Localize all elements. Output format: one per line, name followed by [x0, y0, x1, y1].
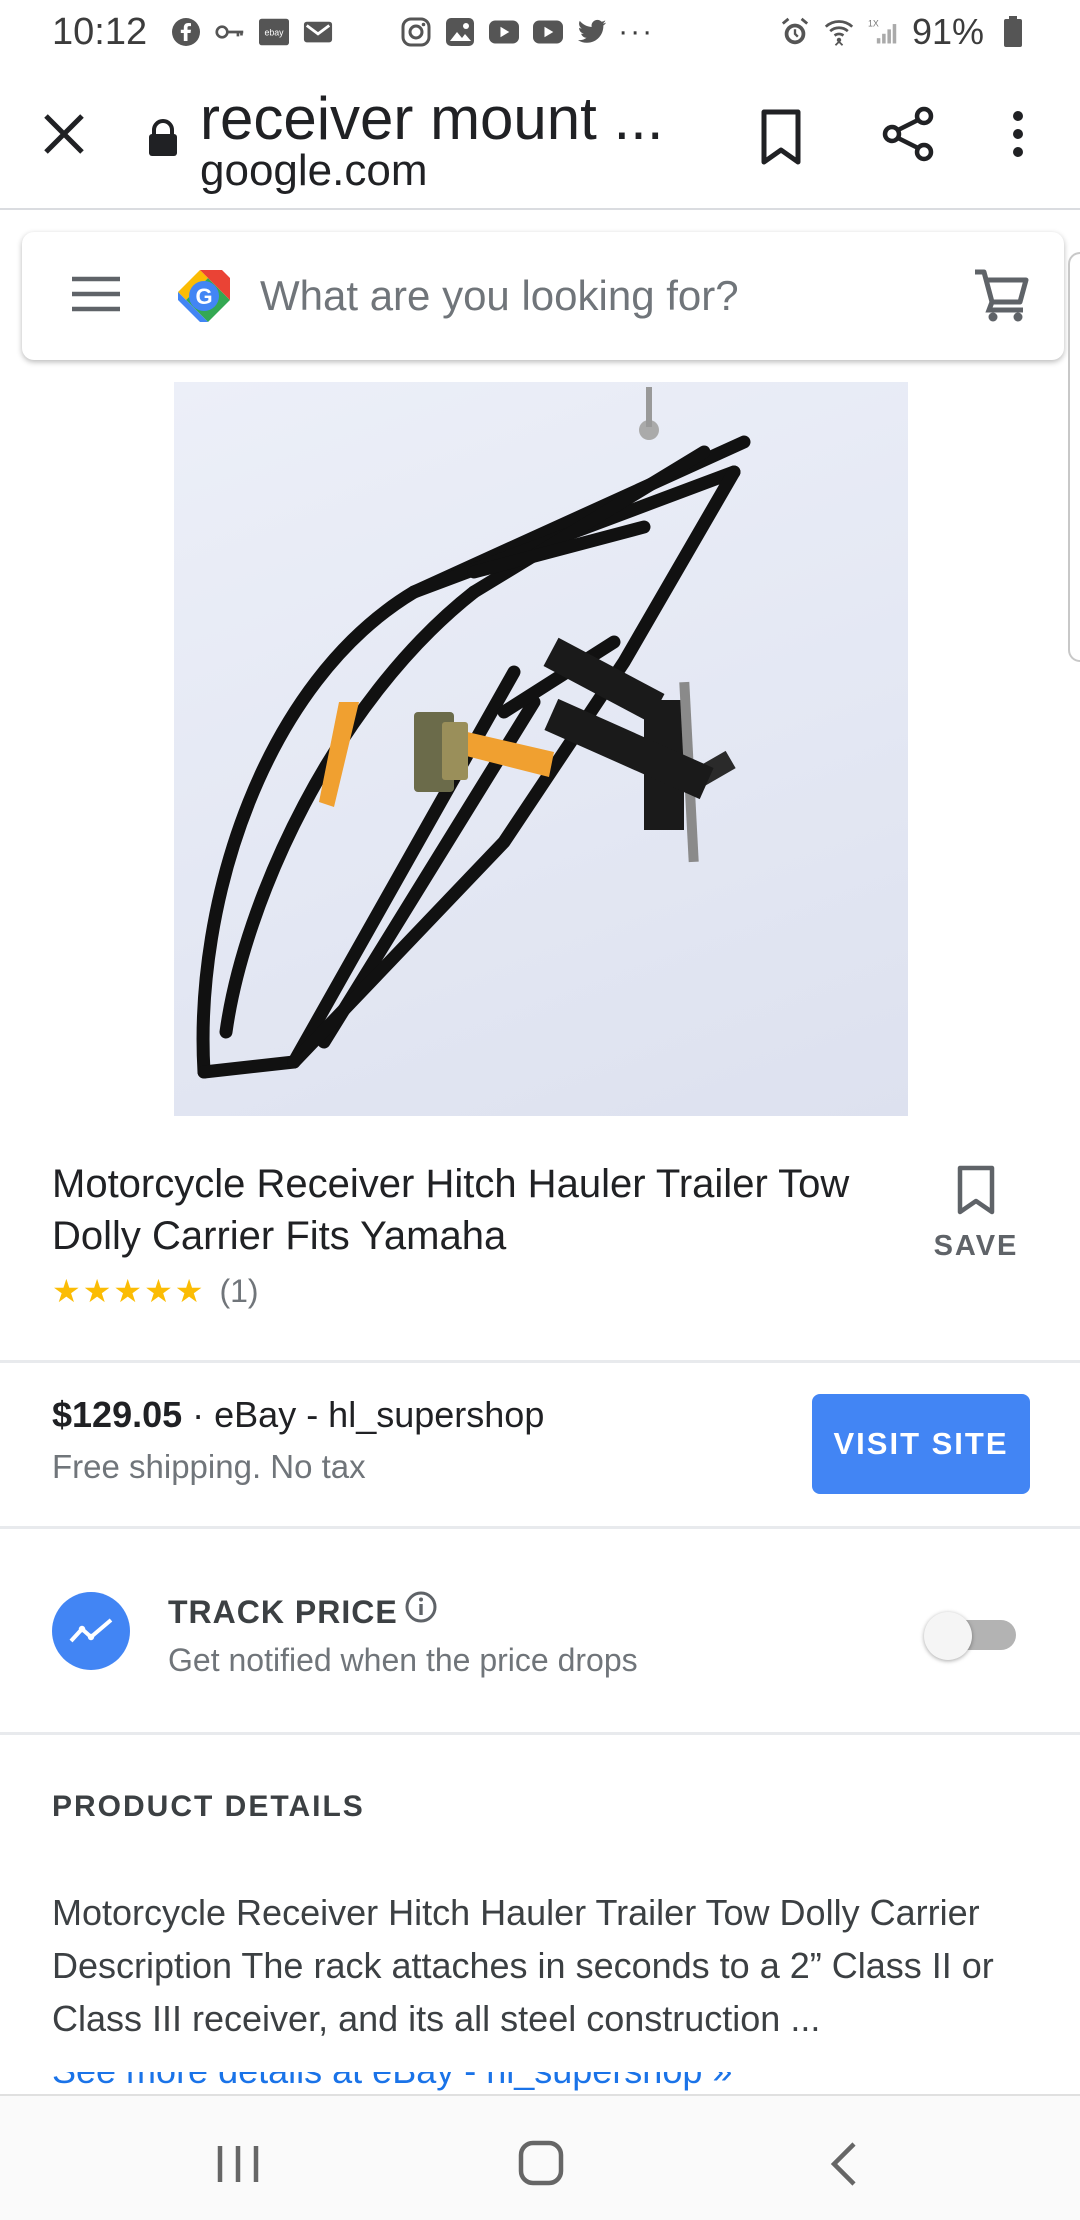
svg-text:G: G: [195, 284, 212, 309]
product-details-heading: PRODUCT DETAILS: [52, 1790, 365, 1823]
search-placeholder[interactable]: What are you looking for?: [260, 272, 739, 320]
track-price-subtitle: Get notified when the price drops: [168, 1642, 638, 1678]
cart-icon[interactable]: [972, 266, 1030, 324]
wifi-icon: [824, 17, 854, 47]
browser-url-bar: receiver mount ... google.com: [0, 64, 1080, 210]
seller-name: · eBay - hl_supershop: [182, 1394, 545, 1435]
section-divider: [0, 1526, 1080, 1529]
svg-text:ebay: ebay: [265, 28, 285, 38]
hitch-carrier-illustration: [196, 387, 751, 1079]
visit-site-button[interactable]: VISIT SITE: [812, 1394, 1030, 1494]
battery-icon: [998, 16, 1028, 47]
home-icon[interactable]: [518, 2140, 564, 2186]
offer-line: $129.05 · eBay - hl_supershop: [52, 1394, 544, 1436]
price-trend-icon: [52, 1592, 130, 1670]
menu-icon[interactable]: [72, 274, 120, 314]
lock-icon: [146, 118, 180, 158]
see-more-details-text[interactable]: See more details at eBay - hl_supershop …: [52, 2072, 732, 2094]
close-icon[interactable]: [38, 108, 90, 160]
instagram-icon: [401, 17, 431, 47]
back-icon[interactable]: [826, 2140, 860, 2188]
product-description: Motorcycle Receiver Hitch Hauler Trailer…: [52, 1892, 994, 2039]
section-divider: [0, 1732, 1080, 1735]
track-price-title: TRACK PRICE: [168, 1594, 398, 1630]
page-domain[interactable]: google.com: [200, 146, 427, 196]
recent-apps-icon[interactable]: [214, 2144, 262, 2184]
more-notifications-icon: ···: [618, 15, 655, 48]
bookmark-icon[interactable]: [756, 108, 806, 168]
track-price-toggle[interactable]: [924, 1612, 1020, 1660]
toggle-knob: [924, 1612, 972, 1660]
ebay-icon: ebay: [259, 17, 290, 47]
section-divider: [0, 1360, 1080, 1363]
system-icons: 1X 91%: [780, 11, 1028, 53]
product-image[interactable]: [174, 382, 908, 1116]
bookmark-icon: [957, 1165, 995, 1215]
youtube-icon: [489, 17, 520, 47]
info-icon[interactable]: [404, 1590, 438, 1624]
rating-stars: ★★★★★: [52, 1273, 206, 1309]
page-title[interactable]: receiver mount ...: [200, 84, 664, 153]
key-icon: [215, 17, 245, 47]
product-rating[interactable]: ★★★★★ (1): [52, 1272, 259, 1310]
battery-percent: 91%: [911, 11, 984, 52]
facebook-icon: [171, 17, 201, 47]
save-label: SAVE: [933, 1230, 1019, 1262]
notification-icons: ebay ···: [171, 15, 655, 48]
shopping-search-bar[interactable]: G What are you looking for?: [22, 232, 1064, 360]
side-panel-edge: [1068, 252, 1080, 662]
gallery-icon: [445, 17, 475, 47]
more-options-icon[interactable]: [1000, 104, 1036, 164]
save-button[interactable]: SAVE: [930, 1164, 1022, 1263]
product-title[interactable]: Motorcycle Receiver Hitch Hauler Trailer…: [52, 1158, 912, 1262]
system-nav-bar: [0, 2094, 1080, 2220]
status-bar: 10:12 ebay ··· 1X 91%: [0, 0, 1080, 64]
share-icon[interactable]: [878, 104, 938, 164]
svg-text:1X: 1X: [868, 19, 879, 29]
product-price: $129.05: [52, 1394, 183, 1435]
youtube-icon: [533, 17, 564, 47]
status-time: 10:12: [52, 10, 148, 53]
alarm-icon: [780, 17, 810, 47]
google-shopping-logo: G: [170, 262, 238, 330]
review-count: (1): [219, 1272, 259, 1309]
see-more-details-link[interactable]: See more details at eBay - hl_supershop …: [52, 2072, 732, 2094]
twitter-icon: [577, 17, 607, 47]
signal-icon: 1X: [868, 17, 898, 47]
mail-icon: [303, 17, 333, 47]
shipping-info: Free shipping. No tax: [52, 1448, 366, 1485]
